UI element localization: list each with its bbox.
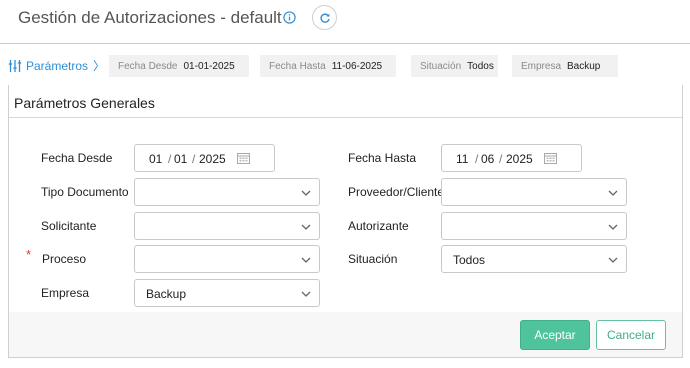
date-separator: / [168, 152, 172, 166]
page-title: Gestión de Autorizaciones - default [18, 8, 282, 27]
chevron-down-icon [608, 257, 618, 263]
fecha-hasta-input[interactable]: 11 / 06 / 2025 [441, 144, 582, 172]
proveedor-cliente-label: Proveedor/Cliente [348, 185, 445, 199]
accept-button[interactable]: Aceptar [520, 320, 590, 350]
empresa-label: Empresa [41, 286, 90, 300]
sliders-icon [8, 59, 22, 72]
date-month: 06 [481, 152, 495, 166]
chevron-down-icon [608, 190, 618, 196]
chevron-down-icon [608, 224, 618, 230]
fecha-desde-input[interactable]: 01 / 01 / 2025 [134, 144, 275, 172]
chevron-down-icon [301, 291, 311, 297]
empresa-select[interactable]: Backup [134, 279, 320, 307]
cancel-button[interactable]: Cancelar [596, 320, 666, 350]
chip-fecha-hasta: Fecha Hasta 11-06-2025 [260, 55, 396, 77]
chip-situacion: Situación Todos [411, 55, 498, 77]
chip-fecha-desde: Fecha Desde 01-01-2025 [109, 55, 249, 77]
fecha-desde-label: Fecha Desde [41, 151, 113, 165]
situacion-select[interactable]: Todos [441, 245, 627, 273]
date-year: 2025 [199, 152, 226, 166]
chip-value: Todos [467, 60, 494, 72]
refresh-icon [319, 12, 330, 23]
panel-title: Parámetros Generales [14, 95, 155, 111]
chevron-right-icon: 〉 [93, 59, 106, 73]
date-year: 2025 [506, 152, 533, 166]
date-day: 01 [149, 152, 163, 166]
parameters-label: Parámetros [26, 58, 89, 73]
date-separator: / [192, 152, 196, 166]
autorizante-label: Autorizante [348, 219, 409, 233]
chip-key: Fecha Hasta [269, 60, 326, 72]
chip-key: Empresa [521, 60, 562, 72]
chip-key: Fecha Desde [118, 60, 178, 72]
solicitante-select[interactable] [134, 212, 320, 240]
select-value: Todos [453, 253, 486, 267]
proveedor-cliente-select[interactable] [441, 178, 627, 206]
date-day: 11 [456, 152, 469, 166]
solicitante-label: Solicitante [41, 219, 97, 233]
parameters-toggle[interactable]: Parámetros 〉 [8, 57, 105, 74]
calendar-icon[interactable] [237, 152, 250, 164]
chevron-down-icon [301, 190, 311, 196]
chevron-down-icon [301, 257, 311, 263]
chip-key: Situación [420, 60, 462, 72]
chevron-down-icon [301, 224, 311, 230]
calendar-icon[interactable] [544, 152, 557, 164]
proceso-label: Proceso [42, 252, 87, 266]
panel-divider [9, 117, 682, 118]
required-marker: * [26, 247, 32, 262]
date-month: 01 [174, 152, 188, 166]
chip-value: Backup [567, 60, 601, 72]
date-separator: / [499, 152, 503, 166]
autorizante-select[interactable] [441, 212, 627, 240]
proceso-select[interactable] [134, 245, 320, 273]
chip-empresa: Empresa Backup [512, 55, 618, 77]
info-circle-icon[interactable] [283, 11, 296, 24]
date-separator: / [475, 152, 479, 166]
chip-value: 01-01-2025 [183, 60, 235, 72]
select-value: Backup [146, 287, 187, 301]
filter-summary-bar: Parámetros 〉 Fecha Desde 01-01-2025 Fech… [0, 52, 690, 80]
situacion-label: Situación [348, 252, 398, 266]
tipo-documento-label: Tipo Documento [41, 185, 129, 199]
tipo-documento-select[interactable] [134, 178, 320, 206]
fecha-hasta-label: Fecha Hasta [348, 151, 417, 165]
page-header: Gestión de Autorizaciones - default [0, 0, 690, 44]
chip-value: 11-06-2025 [331, 60, 383, 72]
refresh-button[interactable] [312, 5, 337, 30]
